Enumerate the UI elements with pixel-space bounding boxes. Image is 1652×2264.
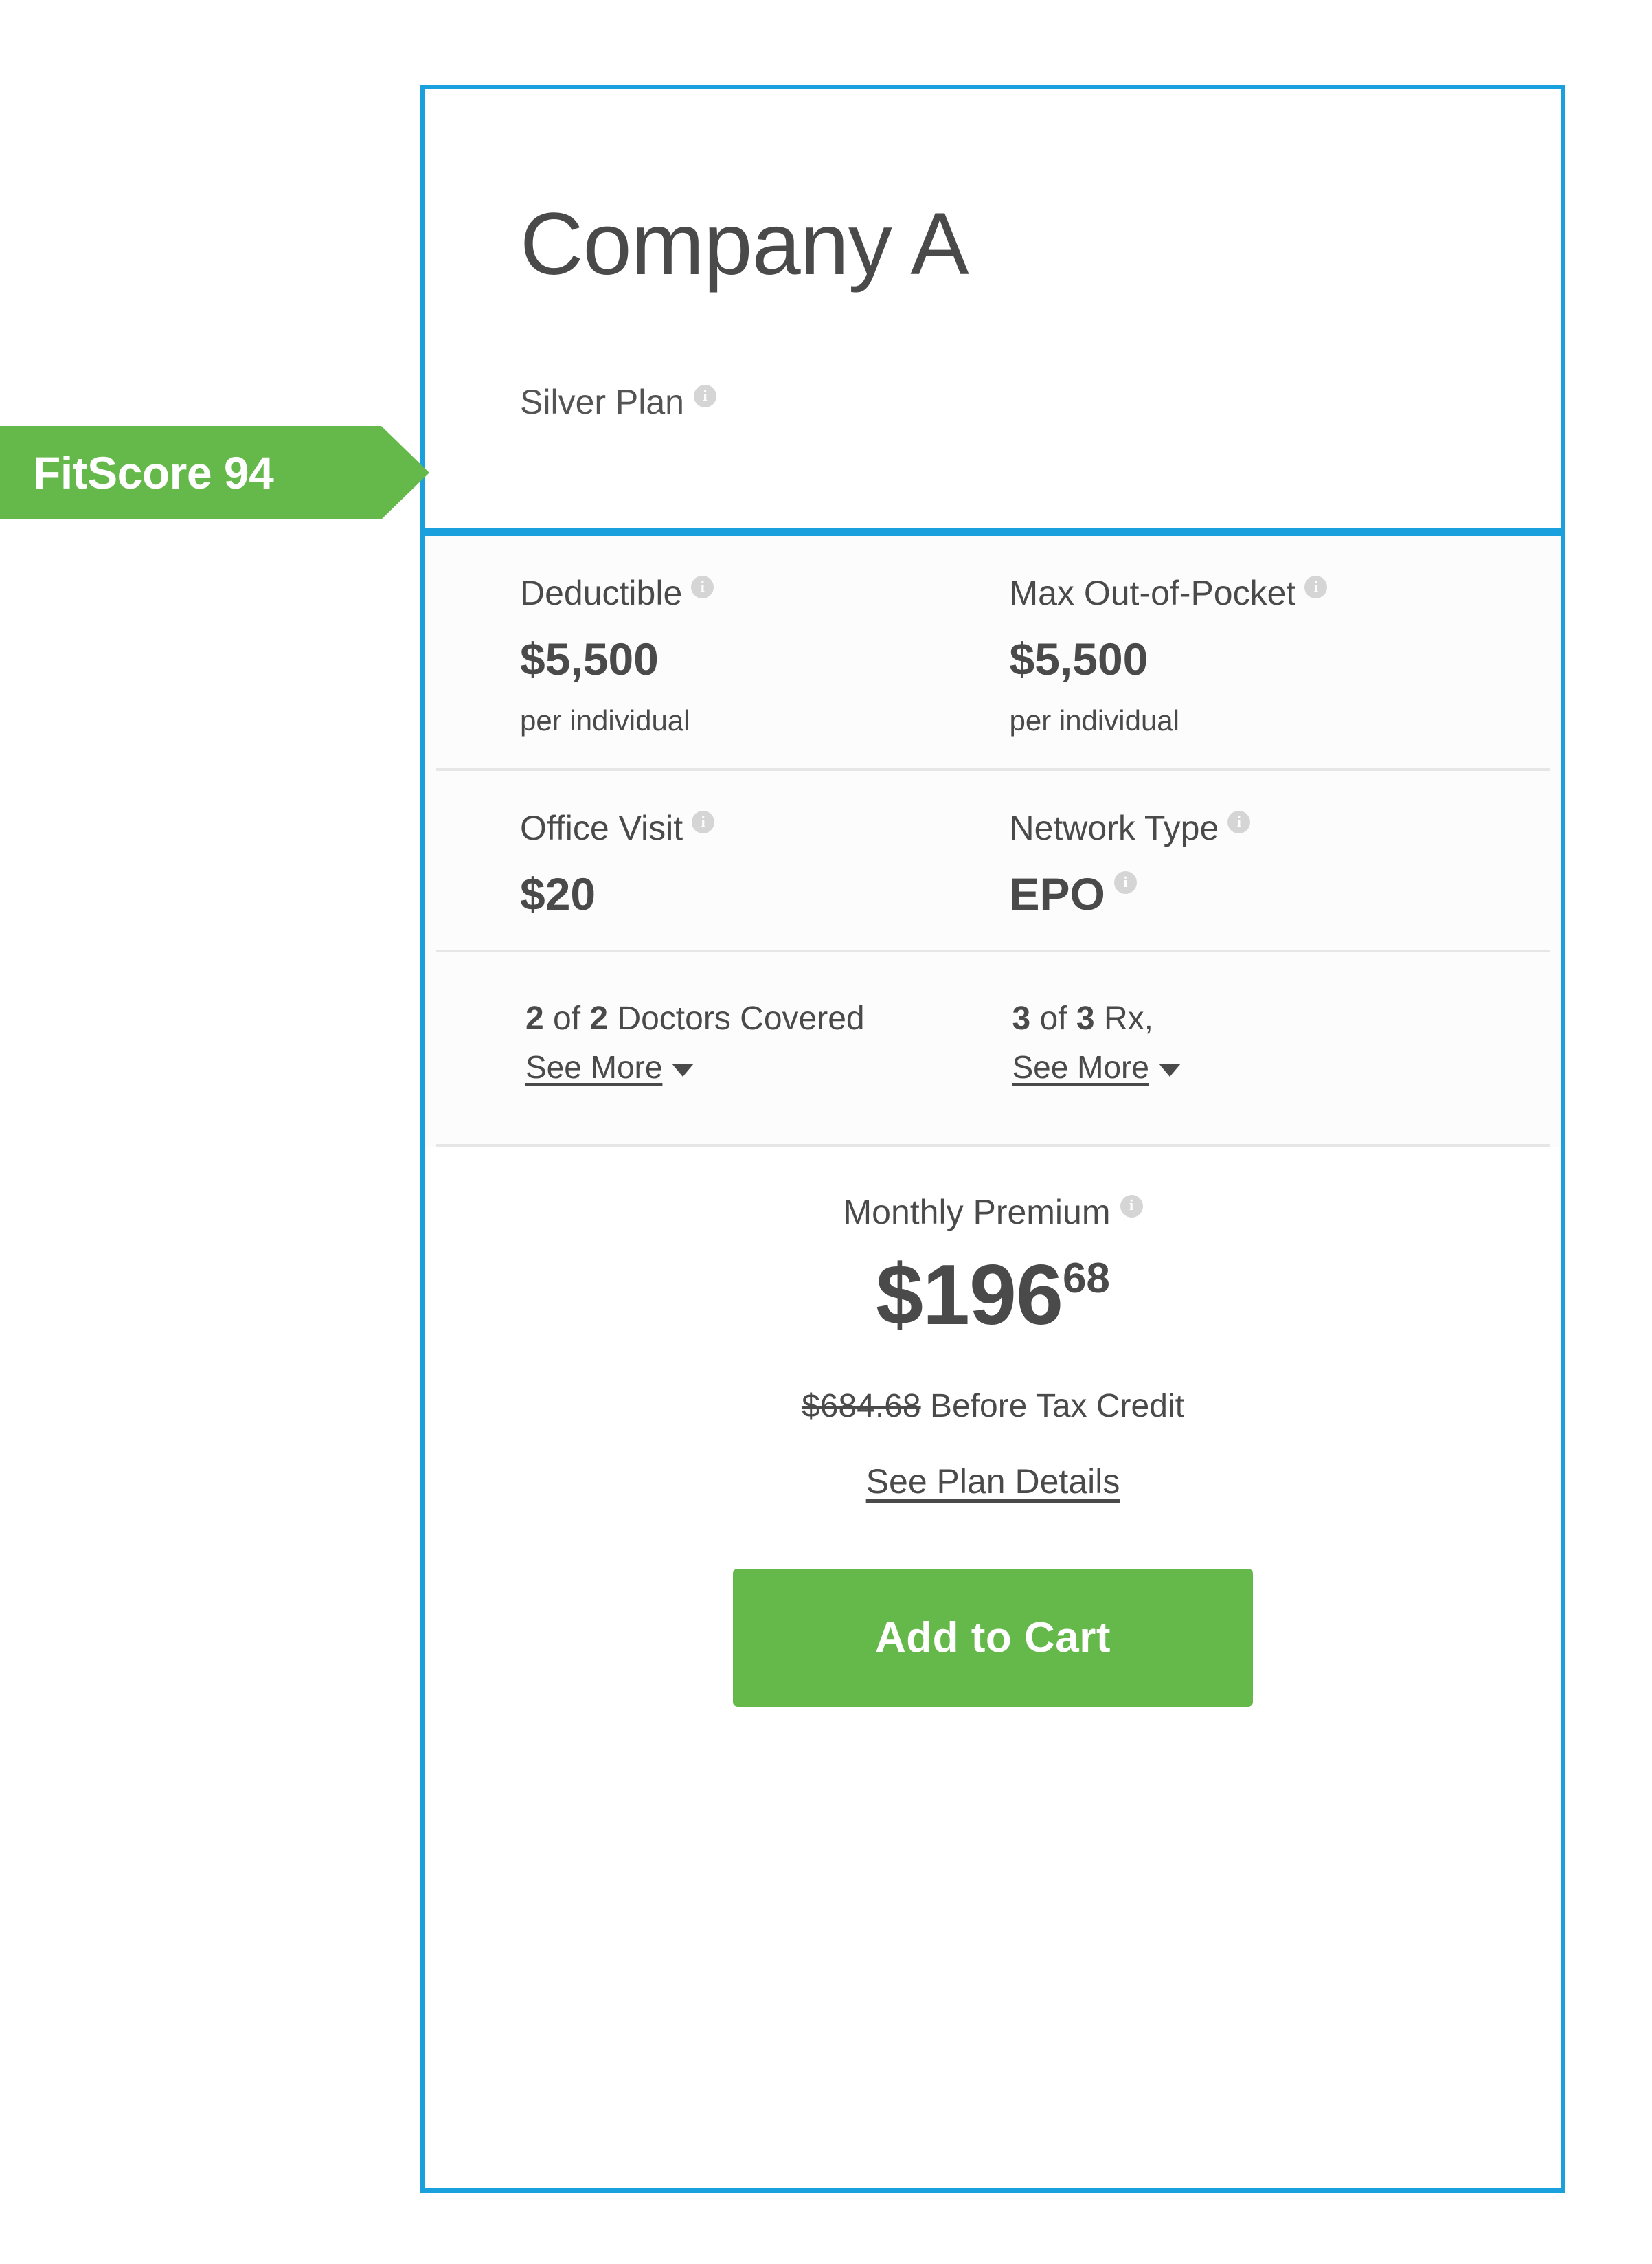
metric-label: Office Visit	[520, 809, 683, 847]
metric-value: $5,500	[520, 634, 659, 684]
fitscore-arrow-tip	[381, 426, 429, 519]
info-icon[interactable]	[1113, 871, 1137, 894]
info-icon[interactable]	[1304, 576, 1328, 598]
metric-row: Deductible $5,500 per individual Max Out…	[436, 536, 1550, 771]
doctors-total-count: 2	[589, 1000, 609, 1037]
metric-label: Deductible	[520, 574, 683, 612]
metric-office-visit: Office Visit $20	[436, 771, 993, 950]
see-more-label: See More	[525, 1049, 663, 1086]
coverage-row: 2 of 2 Doctors Covered See More 3 of 3 R…	[436, 952, 1550, 1147]
info-icon[interactable]	[691, 576, 714, 598]
metric-network-type: Network Type EPO	[993, 771, 1550, 950]
metric-sublabel: per individual	[520, 704, 690, 737]
premium-dollars: $196	[876, 1247, 1063, 1343]
see-more-rx-button[interactable]: See More	[1012, 1050, 1181, 1085]
plan-card: Company A Silver Plan Deductible $5,500 …	[420, 85, 1565, 2193]
before-tax-credit-amount: $684.68	[802, 1387, 921, 1424]
fitscore-badge: FitScore 94	[0, 426, 429, 519]
rx-covered-text: 3 of 3 Rx,	[1012, 1000, 1550, 1037]
metric-label: Max Out-of-Pocket	[1009, 574, 1296, 612]
premium-amount: $19668	[425, 1253, 1561, 1338]
doctors-covered-text: 2 of 2 Doctors Covered	[525, 1000, 993, 1037]
doctors-covered-count: 2	[525, 1000, 544, 1037]
chevron-down-icon	[672, 1064, 694, 1077]
premium-cents: 68	[1062, 1254, 1110, 1302]
plan-card-header: Company A Silver Plan	[425, 89, 1561, 536]
fitscore-badge-body: FitScore 94	[0, 426, 381, 519]
info-icon[interactable]	[1227, 811, 1251, 833]
info-icon[interactable]	[692, 811, 715, 833]
metric-value: $20	[520, 868, 596, 919]
info-icon[interactable]	[694, 385, 716, 407]
metric-sublabel: per individual	[1009, 704, 1180, 737]
coverage-doctors: 2 of 2 Doctors Covered See More	[436, 1000, 993, 1085]
rx-connector: of	[1030, 1000, 1076, 1037]
doctors-suffix: Doctors Covered	[608, 1000, 865, 1037]
metric-value: EPO	[1009, 868, 1105, 919]
page-title: Company A	[520, 195, 969, 293]
premium-label: Monthly Premium	[843, 1192, 1111, 1231]
fitscore-label: FitScore 94	[33, 447, 274, 498]
rx-covered-count: 3	[1012, 1000, 1031, 1037]
rx-suffix: Rx,	[1094, 1000, 1153, 1037]
see-plan-details-link[interactable]: See Plan Details	[866, 1461, 1120, 1501]
plan-tier-label: Silver Plan	[520, 383, 684, 421]
see-more-label: See More	[1012, 1049, 1149, 1086]
before-tax-credit: $684.68 Before Tax Credit	[425, 1387, 1561, 1424]
before-tax-credit-suffix: Before Tax Credit	[920, 1387, 1184, 1424]
doctors-connector: of	[543, 1000, 590, 1037]
rx-total-count: 3	[1076, 1000, 1095, 1037]
chevron-down-icon	[1158, 1064, 1181, 1077]
coverage-rx: 3 of 3 Rx, See More	[993, 1000, 1550, 1085]
add-to-cart-button[interactable]: Add to Cart	[733, 1568, 1253, 1707]
plan-card-body: Deductible $5,500 per individual Max Out…	[425, 536, 1561, 1707]
info-icon[interactable]	[1120, 1194, 1143, 1218]
plan-tier: Silver Plan	[520, 385, 716, 419]
premium-label-row: Monthly Premium	[843, 1192, 1143, 1231]
metric-value: $5,500	[1009, 634, 1149, 684]
see-more-doctors-button[interactable]: See More	[525, 1050, 694, 1085]
metric-label: Network Type	[1009, 809, 1219, 847]
premium-section: Monthly Premium $19668 $684.68 Before Ta…	[425, 1146, 1561, 1707]
metric-deductible: Deductible $5,500 per individual	[436, 536, 993, 768]
metric-max-out-of-pocket: Max Out-of-Pocket $5,500 per individual	[993, 536, 1550, 768]
metric-row: Office Visit $20 Network Type EPO	[436, 771, 1550, 952]
